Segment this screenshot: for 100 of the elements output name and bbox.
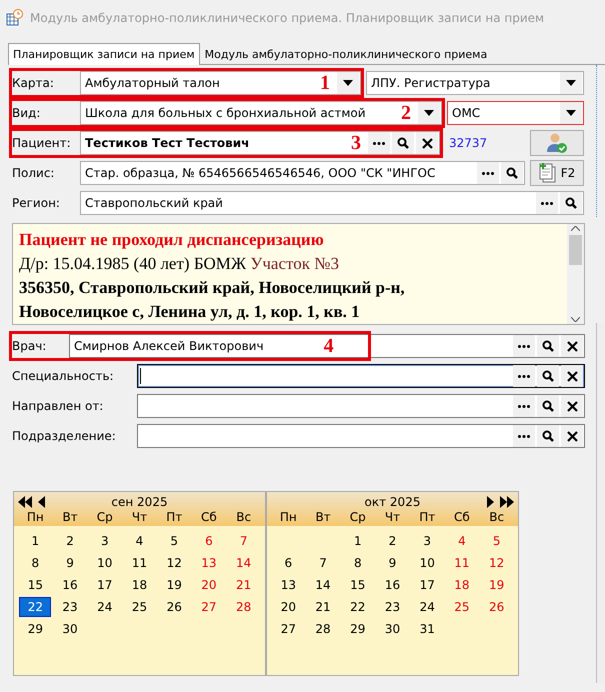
dropdown[interactable]: Амбулаторный талон 1 [80,71,361,95]
calendar-day[interactable]: 8 [20,554,50,572]
more-button[interactable] [477,162,499,184]
calendar-day[interactable]: 15 [20,576,50,594]
calendar-day[interactable]: 26 [482,598,512,616]
calendar-day[interactable]: 13 [273,576,304,594]
more-button[interactable] [513,365,535,387]
calendar-day[interactable]: 17 [412,576,442,594]
calendar-day[interactable]: 10 [90,554,120,572]
calendar-day[interactable]: 12 [159,554,190,572]
calendar-day[interactable]: 16 [55,576,86,594]
calendar-day[interactable]: 5 [482,532,512,550]
calendar-day[interactable]: 20 [273,598,304,616]
calendar-day[interactable]: 19 [159,576,190,594]
calendar-day[interactable]: 22 [19,597,52,617]
more-button[interactable] [536,192,558,214]
tab[interactable]: Модуль амбулаторно-поликлинического приема [200,44,492,64]
scrollbar-thumb[interactable] [569,235,582,265]
calendar-day[interactable]: 8 [342,554,373,572]
calendar-day[interactable]: 24 [90,598,120,616]
right-arrow-icon[interactable] [487,496,494,508]
more-button[interactable] [513,425,535,447]
calendar-day[interactable]: 28 [308,620,338,638]
search-button[interactable] [537,395,559,417]
calendar-day[interactable]: 22 [342,598,373,616]
patient-id-link[interactable]: 32737 [445,136,525,150]
calendar-day[interactable]: 25 [446,598,477,616]
calendar-day[interactable]: 19 [482,576,512,594]
more-button[interactable] [513,335,535,357]
calendar-day[interactable]: 9 [377,554,408,572]
clear-button[interactable] [561,395,583,417]
calendar-day[interactable]: 1 [20,532,50,550]
calendar-day[interactable]: 16 [377,576,408,594]
calendar-day[interactable]: 25 [124,598,154,616]
calendar-day[interactable]: 7 [308,554,338,572]
lookup-field[interactable] [137,364,585,388]
calendar-day[interactable]: 5 [159,532,190,550]
calendar-day[interactable]: 27 [273,620,304,638]
calendar-day[interactable]: 29 [342,620,373,638]
calendar-day[interactable]: 18 [124,576,154,594]
calendar-day[interactable]: 30 [377,620,408,638]
double-left-arrow-icon[interactable] [18,496,32,508]
calendar-day[interactable]: 26 [159,598,190,616]
lookup-field[interactable] [137,394,585,418]
calendar-day[interactable]: 23 [55,598,86,616]
search-button[interactable] [537,335,559,357]
calendar-day[interactable]: 23 [377,598,408,616]
calendar-day[interactable]: 3 [412,532,442,550]
clear-button[interactable] [561,425,583,447]
calendar-day[interactable]: 29 [20,620,50,638]
calendar-day[interactable]: 18 [446,576,477,594]
search-button[interactable] [560,192,582,214]
calendar-day[interactable]: 13 [194,554,224,572]
lookup-field[interactable] [137,424,585,448]
calendar-day[interactable]: 21 [228,576,259,594]
calendar-day[interactable]: 15 [342,576,373,594]
tab[interactable]: Планировщик записи на прием [8,43,200,65]
calendar-day[interactable]: 4 [124,532,154,550]
calendar-day[interactable]: 6 [273,554,304,572]
lookup-field[interactable]: Смирнов Алексей Викторович 4 [69,334,585,358]
calendar-day[interactable]: 14 [308,576,338,594]
search-button[interactable] [537,365,559,387]
search-button[interactable] [537,425,559,447]
calendar-day[interactable]: 27 [194,598,224,616]
dropdown[interactable]: ЛПУ. Регистратура [366,71,584,95]
search-button[interactable] [392,132,414,154]
lookup-field[interactable]: Стар. образца, № 6546566546546546, ООО "СК "ИНГОС [80,161,525,185]
calendar-day[interactable]: 28 [228,598,259,616]
clear-button[interactable] [561,365,583,387]
calendar-day[interactable]: 2 [377,532,408,550]
calendar-day[interactable]: 12 [482,554,512,572]
calendar-day[interactable]: 20 [194,576,224,594]
calendar-day[interactable]: 6 [194,532,224,550]
calendar-day[interactable]: 21 [308,598,338,616]
calendar-day[interactable]: 17 [90,576,120,594]
calendar-day[interactable]: 14 [228,554,259,572]
calendar-day[interactable]: 31 [412,620,442,638]
calendar-day[interactable]: 30 [55,620,86,638]
calendar-day[interactable]: 7 [228,532,259,550]
calendar-day[interactable]: 11 [446,554,477,572]
dropdown[interactable]: Школа для больных с бронхиальной астмой 2 [80,101,442,125]
double-right-arrow-icon[interactable] [500,496,514,508]
patient-button[interactable] [530,130,584,156]
calendar-day[interactable]: 4 [446,532,477,550]
lookup-field[interactable]: Тестиков Тест Тестович 3 [80,131,440,155]
clear-button[interactable] [416,132,438,154]
calendar-day[interactable]: 24 [412,598,442,616]
calendar-day[interactable]: 11 [124,554,154,572]
search-button[interactable] [501,162,523,184]
more-button[interactable] [368,132,390,154]
calendar-day[interactable]: 9 [55,554,86,572]
scrollbar[interactable] [567,224,584,324]
calendar-day[interactable]: 2 [55,532,86,550]
calendar-day[interactable]: 3 [90,532,120,550]
dropdown[interactable]: ОМС [447,101,584,125]
left-arrow-icon[interactable] [38,496,45,508]
new-policy-button[interactable]: F2 [530,160,584,186]
clear-button[interactable] [561,335,583,357]
more-button[interactable] [513,395,535,417]
lookup-field[interactable]: Ставропольский край [80,191,584,215]
